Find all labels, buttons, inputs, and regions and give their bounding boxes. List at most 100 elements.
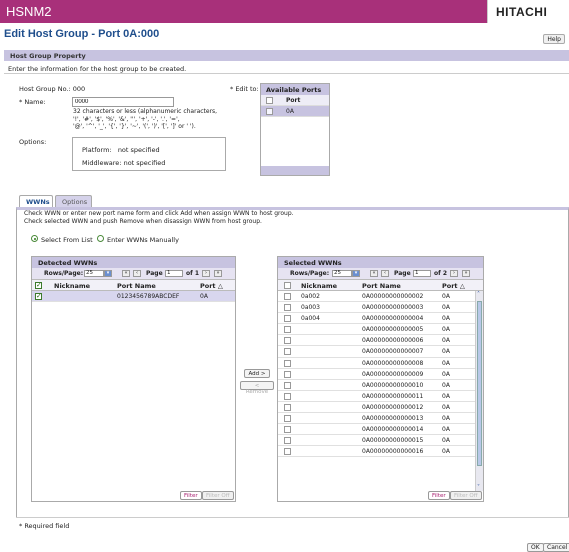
selected-rows-select[interactable]: 25: [332, 270, 352, 277]
sort-ascending-icon: △: [217, 282, 223, 290]
select-from-list-radio[interactable]: [31, 235, 38, 242]
row-checkbox[interactable]: [284, 370, 291, 378]
row-checkbox[interactable]: [284, 415, 291, 423]
name-input[interactable]: [72, 97, 174, 107]
ports-select-all-checkbox[interactable]: [266, 97, 273, 104]
cell-port-name: 0A00000000000010: [362, 381, 424, 389]
row-checkbox[interactable]: [284, 293, 291, 300]
detected-filter-button[interactable]: Filter: [180, 491, 202, 500]
table-row[interactable]: 0A00000000000011 0A: [278, 391, 483, 402]
required-field-note: * Required field: [19, 522, 70, 530]
table-row[interactable]: 0123456789ABCDEF 0A: [32, 291, 235, 303]
cell-port: 0A: [442, 403, 450, 411]
table-row[interactable]: 0A00000000000014 0A: [278, 424, 483, 436]
chevron-down-icon[interactable]: ▾: [352, 270, 360, 277]
cell-port-name: 0A00000000000003: [362, 304, 424, 312]
row-checkbox[interactable]: [284, 403, 291, 411]
cell-port: 0A: [442, 370, 450, 378]
ports-column-header: Port: [261, 95, 329, 106]
table-row[interactable]: 0a004 0A00000000000004 0A: [278, 313, 483, 325]
selected-page-input[interactable]: 1: [413, 270, 431, 277]
selected-filter-off-button[interactable]: Filter Off: [450, 491, 482, 500]
detected-rows-select[interactable]: 25: [84, 270, 104, 277]
chevron-down-icon[interactable]: ▾: [104, 270, 112, 277]
row-checkbox[interactable]: [35, 292, 42, 300]
cancel-button[interactable]: Cancel: [543, 543, 569, 552]
cell-nickname: 0a003: [301, 304, 320, 312]
table-row[interactable]: 0A00000000000007 0A: [278, 346, 483, 358]
remove-button[interactable]: < Remove: [240, 381, 274, 395]
column-nickname[interactable]: Nickname: [54, 282, 90, 290]
cell-port: 0A: [442, 392, 450, 400]
scroll-down-icon[interactable]: ˅: [477, 484, 480, 491]
detected-select-all-checkbox[interactable]: [35, 281, 42, 289]
selected-filter-button[interactable]: Filter: [428, 491, 450, 500]
cell-port-name: 0A00000000000013: [362, 415, 424, 423]
scroll-thumb[interactable]: [477, 301, 482, 466]
table-row[interactable]: 0A00000000000012 0A: [278, 402, 483, 414]
selected-rows: 0a002 0A00000000000002 0A 0a003 0A0000000000…: [278, 291, 483, 458]
table-row[interactable]: 0A00000000000013 0A: [278, 413, 483, 425]
table-row[interactable]: 0A00000000000006 0A: [278, 335, 483, 347]
table-row[interactable]: 0a003 0A00000000000003 0A: [278, 302, 483, 314]
column-port[interactable]: Port △: [200, 282, 223, 290]
cell-port-name: 0A00000000000012: [362, 403, 424, 411]
column-port-name[interactable]: Port Name: [362, 282, 401, 290]
row-checkbox[interactable]: [284, 437, 291, 445]
detected-filter-off-button[interactable]: Filter Off: [202, 491, 234, 500]
first-page-icon[interactable]: «: [370, 270, 378, 277]
prev-page-icon[interactable]: ‹: [381, 270, 389, 277]
row-checkbox[interactable]: [284, 348, 291, 356]
enter-manually-radio[interactable]: [97, 235, 104, 242]
selected-scrollbar[interactable]: ˄ ˅: [475, 291, 483, 491]
ok-button[interactable]: OK: [527, 543, 544, 552]
table-row[interactable]: 0A00000000000010 0A: [278, 380, 483, 391]
last-page-icon[interactable]: »: [462, 270, 470, 277]
row-checkbox[interactable]: [284, 337, 291, 345]
name-note: 32 characters or less (alphanumeric char…: [73, 108, 218, 130]
row-checkbox[interactable]: [284, 426, 291, 434]
cell-port-name: 0A00000000000011: [362, 392, 424, 400]
name-label: * Name:: [19, 98, 46, 106]
help-button[interactable]: Help: [543, 34, 565, 44]
cell-port: 0A: [442, 437, 450, 445]
scroll-up-icon[interactable]: ˄: [477, 291, 480, 298]
cell-port-name: 0A00000000000007: [362, 348, 424, 356]
table-row[interactable]: 0A00000000000015 0A: [278, 435, 483, 447]
row-checkbox[interactable]: [284, 315, 291, 323]
detected-wwns-panel: Detected WWNs Rows/Page: 25 ▾ « ‹ Page 1…: [31, 256, 236, 502]
page-title: Edit Host Group - Port 0A:000: [4, 28, 160, 40]
table-row[interactable]: 0A00000000000005 0A: [278, 324, 483, 336]
cell-port-name: 0A00000000000002: [362, 293, 424, 300]
tab-options[interactable]: Options: [55, 195, 92, 207]
cell-port-name: 0A00000000000014: [362, 426, 424, 434]
prev-page-icon[interactable]: ‹: [133, 270, 141, 277]
port-checkbox[interactable]: [266, 108, 273, 115]
first-page-icon[interactable]: «: [122, 270, 130, 277]
selected-wwns-panel: Selected WWNs Rows/Page: 25 ▾ « ‹ Page 1…: [277, 256, 484, 502]
row-checkbox[interactable]: [284, 359, 291, 367]
column-nickname[interactable]: Nickname: [301, 282, 337, 290]
detected-page-input[interactable]: 1: [165, 270, 183, 277]
column-port[interactable]: Port △: [442, 282, 465, 290]
table-row[interactable]: 0A00000000000009 0A: [278, 369, 483, 380]
table-row[interactable]: 0A00000000000008 0A: [278, 358, 483, 369]
row-checkbox[interactable]: [284, 392, 291, 400]
select-from-list-label: Select From List: [41, 236, 93, 244]
row-checkbox[interactable]: [284, 326, 291, 334]
port-row[interactable]: 0A: [261, 106, 329, 117]
selected-column-header: Nickname Port Name Port △: [278, 280, 483, 291]
row-checkbox[interactable]: [284, 381, 291, 389]
next-page-icon[interactable]: ›: [450, 270, 458, 277]
column-port-name[interactable]: Port Name: [117, 282, 156, 290]
divider: [16, 517, 569, 518]
tab-wwns[interactable]: WWNs: [19, 195, 53, 207]
row-checkbox[interactable]: [284, 304, 291, 312]
next-page-icon[interactable]: ›: [202, 270, 210, 277]
table-row[interactable]: 0a002 0A00000000000002 0A: [278, 291, 483, 303]
table-row[interactable]: 0A00000000000016 0A: [278, 446, 483, 458]
row-checkbox[interactable]: [284, 448, 291, 456]
selected-select-all-checkbox[interactable]: [284, 282, 291, 289]
add-button[interactable]: Add >: [244, 369, 270, 378]
last-page-icon[interactable]: »: [214, 270, 222, 277]
